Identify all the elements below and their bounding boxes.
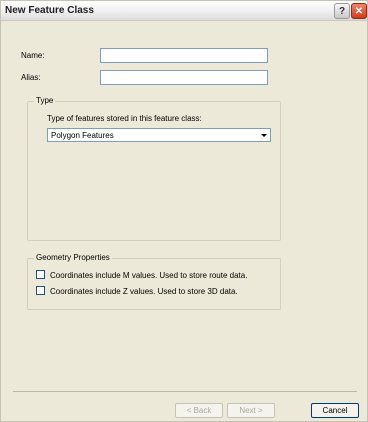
cancel-button[interactable]: Cancel xyxy=(311,403,359,418)
type-group-title: Type xyxy=(34,96,56,105)
chevron-down-icon[interactable] xyxy=(258,130,269,140)
alias-label: Alias: xyxy=(21,73,41,82)
geometry-properties-group: Geometry Properties xyxy=(27,253,281,310)
back-button[interactable]: < Back xyxy=(175,403,223,418)
feature-type-prompt: Type of features stored in this feature … xyxy=(47,114,202,123)
name-input[interactable] xyxy=(100,48,268,63)
help-button[interactable]: ? xyxy=(334,3,350,19)
new-feature-class-dialog: New Feature Class ? ✕ Name: Alias: Type … xyxy=(0,0,368,422)
m-values-label: Coordinates include M values. Used to st… xyxy=(50,271,248,280)
close-button[interactable]: ✕ xyxy=(351,3,367,19)
alias-input[interactable] xyxy=(100,70,268,85)
close-icon: ✕ xyxy=(354,6,364,17)
title-bar[interactable]: New Feature Class ? ✕ xyxy=(1,1,367,21)
m-values-checkbox[interactable] xyxy=(36,270,45,279)
dialog-title: New Feature Class xyxy=(5,5,94,16)
z-values-checkbox[interactable] xyxy=(36,286,45,295)
next-button[interactable]: Next > xyxy=(227,403,275,418)
button-separator xyxy=(13,391,357,392)
name-label: Name: xyxy=(21,51,45,60)
feature-type-dropdown[interactable]: Polygon Features xyxy=(47,128,271,142)
feature-type-selected: Polygon Features xyxy=(51,131,114,140)
z-values-label: Coordinates include Z values. Used to st… xyxy=(50,287,238,296)
geometry-group-title: Geometry Properties xyxy=(34,253,112,262)
help-icon: ? xyxy=(338,6,346,17)
